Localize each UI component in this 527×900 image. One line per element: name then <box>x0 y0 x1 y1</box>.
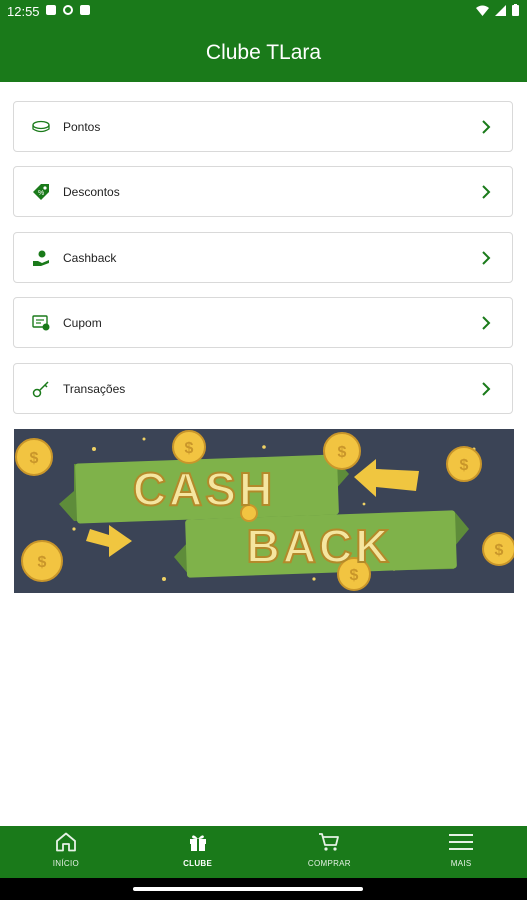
svg-text:%: % <box>38 190 44 197</box>
menu-item-label: Cupom <box>63 315 102 330</box>
nav-item-comprar[interactable]: COMPRAR <box>264 826 396 878</box>
bottom-navigation: INÍCIO CLUBE COMPRAR MAIS <box>0 826 527 878</box>
status-bar: 12:55 <box>0 0 527 24</box>
coupon-icon <box>31 313 51 333</box>
status-notification-icons <box>46 5 90 15</box>
chevron-right-icon <box>474 115 498 139</box>
chevron-right-icon <box>474 377 498 401</box>
notification-icon <box>63 5 73 15</box>
nav-label: INÍCIO <box>52 859 79 868</box>
menu-item-cupom[interactable]: Cupom <box>13 297 513 348</box>
notification-icon <box>80 5 90 15</box>
menu-item-label: Cashback <box>63 250 117 265</box>
nav-item-clube[interactable]: CLUBE <box>132 826 264 878</box>
svg-text:$: $ <box>30 450 39 467</box>
nav-item-mais[interactable]: MAIS <box>395 826 527 878</box>
wifi-icon <box>476 5 489 16</box>
svg-text:$: $ <box>185 440 194 457</box>
menu-item-pontos[interactable]: Pontos <box>13 101 513 152</box>
nav-item-inicio[interactable]: INÍCIO <box>0 826 132 878</box>
coins-icon <box>31 117 51 137</box>
status-time: 12:55 <box>7 4 40 19</box>
svg-text:$: $ <box>38 554 47 571</box>
cart-icon <box>319 833 340 851</box>
banner-artwork: $$ $ $$$$ CASH BACK <box>14 429 514 593</box>
menu-item-label: Transações <box>63 381 126 396</box>
discount-tag-icon: % <box>31 182 51 202</box>
menu-item-transacoes[interactable]: Transações <box>13 363 513 414</box>
key-icon <box>31 379 51 399</box>
home-icon <box>55 832 76 852</box>
menu-item-cashback[interactable]: Cashback <box>13 232 513 283</box>
notification-icon <box>46 5 56 15</box>
status-system-icons <box>476 4 519 16</box>
menu-item-descontos[interactable]: % Descontos <box>13 166 513 217</box>
page-title: Clube TLara <box>205 41 322 64</box>
svg-text:$: $ <box>460 457 469 474</box>
menu-icon <box>449 834 474 850</box>
banner-back-text: BACK <box>247 520 392 572</box>
cashback-hand-icon <box>31 248 51 268</box>
menu-item-label: Pontos <box>63 119 101 134</box>
app-bar: Clube TLara <box>0 24 527 82</box>
menu-item-label: Descontos <box>63 184 120 199</box>
banner-cash-text: CASH <box>133 463 275 515</box>
chevron-right-icon <box>474 180 498 204</box>
battery-icon <box>512 4 519 16</box>
nav-label: MAIS <box>450 859 472 868</box>
svg-text:$: $ <box>338 444 347 461</box>
chevron-right-icon <box>474 311 498 335</box>
chevron-right-icon <box>474 246 498 270</box>
signal-icon <box>495 4 506 16</box>
nav-label: CLUBE <box>183 859 213 868</box>
cashback-banner[interactable]: $ $ $ $ $ $ $ CASH BACK <box>14 429 514 593</box>
home-indicator[interactable] <box>133 887 363 891</box>
nav-label: COMPRAR <box>307 859 351 868</box>
svg-text:$: $ <box>495 542 504 559</box>
gift-icon <box>189 835 206 851</box>
gesture-bar <box>0 878 527 900</box>
